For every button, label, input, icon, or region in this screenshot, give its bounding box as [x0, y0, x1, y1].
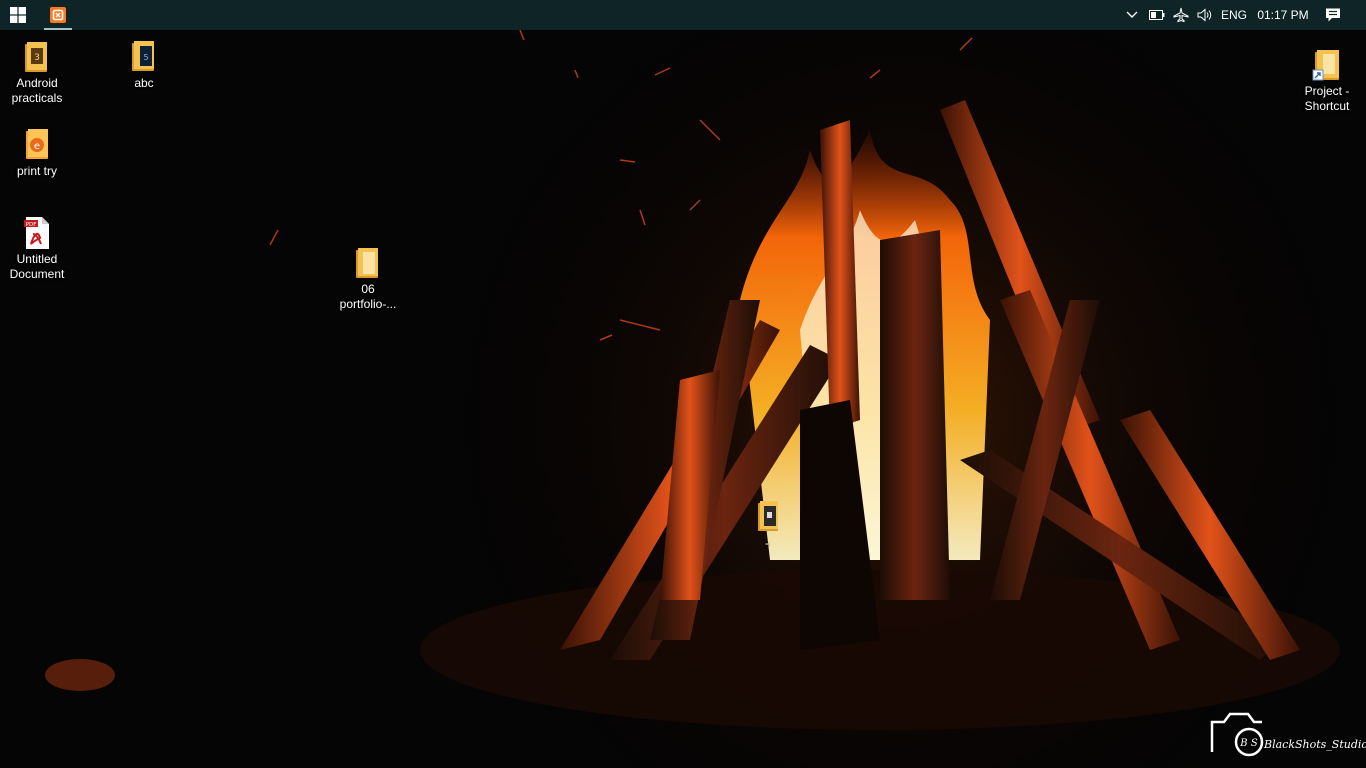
desktop-icon-portfolio[interactable]: 06 portfolio-...	[331, 246, 405, 312]
svg-text:e: e	[34, 141, 40, 152]
icon-label: -	[765, 536, 769, 550]
tray-overflow-button[interactable]	[1122, 0, 1142, 30]
start-button[interactable]	[0, 0, 36, 30]
icon-label: abc	[134, 76, 154, 90]
volume-icon	[1197, 8, 1212, 22]
wallpaper-campfire	[0, 0, 1366, 768]
windows-logo-icon	[10, 7, 26, 23]
icon-label: print try	[16, 164, 57, 178]
icon-label: Project - Shortcut	[1304, 84, 1350, 113]
tray-language[interactable]: ENG	[1216, 0, 1252, 30]
folder-icon: 5	[127, 40, 161, 74]
desktop-icon-untitled-document[interactable]: PDF Untitled Document	[0, 216, 74, 282]
desktop-icon-abc[interactable]: 5 abc	[107, 40, 181, 91]
battery-icon	[1149, 10, 1165, 20]
action-center-button[interactable]	[1320, 0, 1346, 30]
folder-shortcut-icon	[1310, 48, 1344, 82]
folder-icon	[351, 246, 385, 280]
svg-text:5: 5	[143, 53, 148, 62]
chevron-up-icon	[1126, 11, 1138, 18]
desktop-icon-print-try[interactable]: e print try	[0, 128, 74, 179]
svg-text:PDF: PDF	[26, 222, 37, 228]
tray-battery[interactable]	[1146, 0, 1168, 30]
desktop[interactable]: ENG 01:17 PM 3 Android practicals 5 abc …	[0, 0, 1366, 768]
watermark-initials: B S	[1239, 738, 1258, 749]
xampp-icon	[50, 7, 66, 23]
svg-text:3: 3	[34, 53, 40, 63]
tray-airplane-mode[interactable]	[1170, 0, 1192, 30]
folder-icon	[750, 500, 784, 534]
camera-logo-icon: B S	[1210, 712, 1264, 757]
action-center-icon	[1326, 8, 1340, 22]
wallpaper-watermark: B S BlackShots_Studio	[1206, 706, 1366, 762]
desktop-icon-project-shortcut[interactable]: Project - Shortcut	[1290, 48, 1364, 114]
clock-time: 01:17 PM	[1257, 8, 1309, 22]
desktop-icon-android-practicals[interactable]: 3 Android practicals	[0, 40, 74, 106]
file-icon: e	[20, 128, 54, 162]
tray-volume[interactable]	[1194, 0, 1216, 30]
desktop-icon-dash-folder[interactable]: -	[730, 500, 804, 551]
tray-clock[interactable]: 01:17 PM	[1254, 0, 1312, 30]
icon-label: Android practicals	[11, 76, 63, 105]
icon-label: Untitled Document	[9, 252, 65, 281]
watermark-text: BlackShots_Studio	[1264, 738, 1366, 751]
language-label: ENG	[1220, 8, 1247, 22]
folder-icon: 3	[20, 40, 54, 74]
taskbar-app-xampp[interactable]	[40, 0, 76, 30]
taskbar: ENG 01:17 PM	[0, 0, 1366, 30]
airplane-mode-icon	[1173, 7, 1189, 23]
icon-label: 06 portfolio-...	[339, 282, 397, 311]
pdf-icon: PDF	[20, 216, 54, 250]
